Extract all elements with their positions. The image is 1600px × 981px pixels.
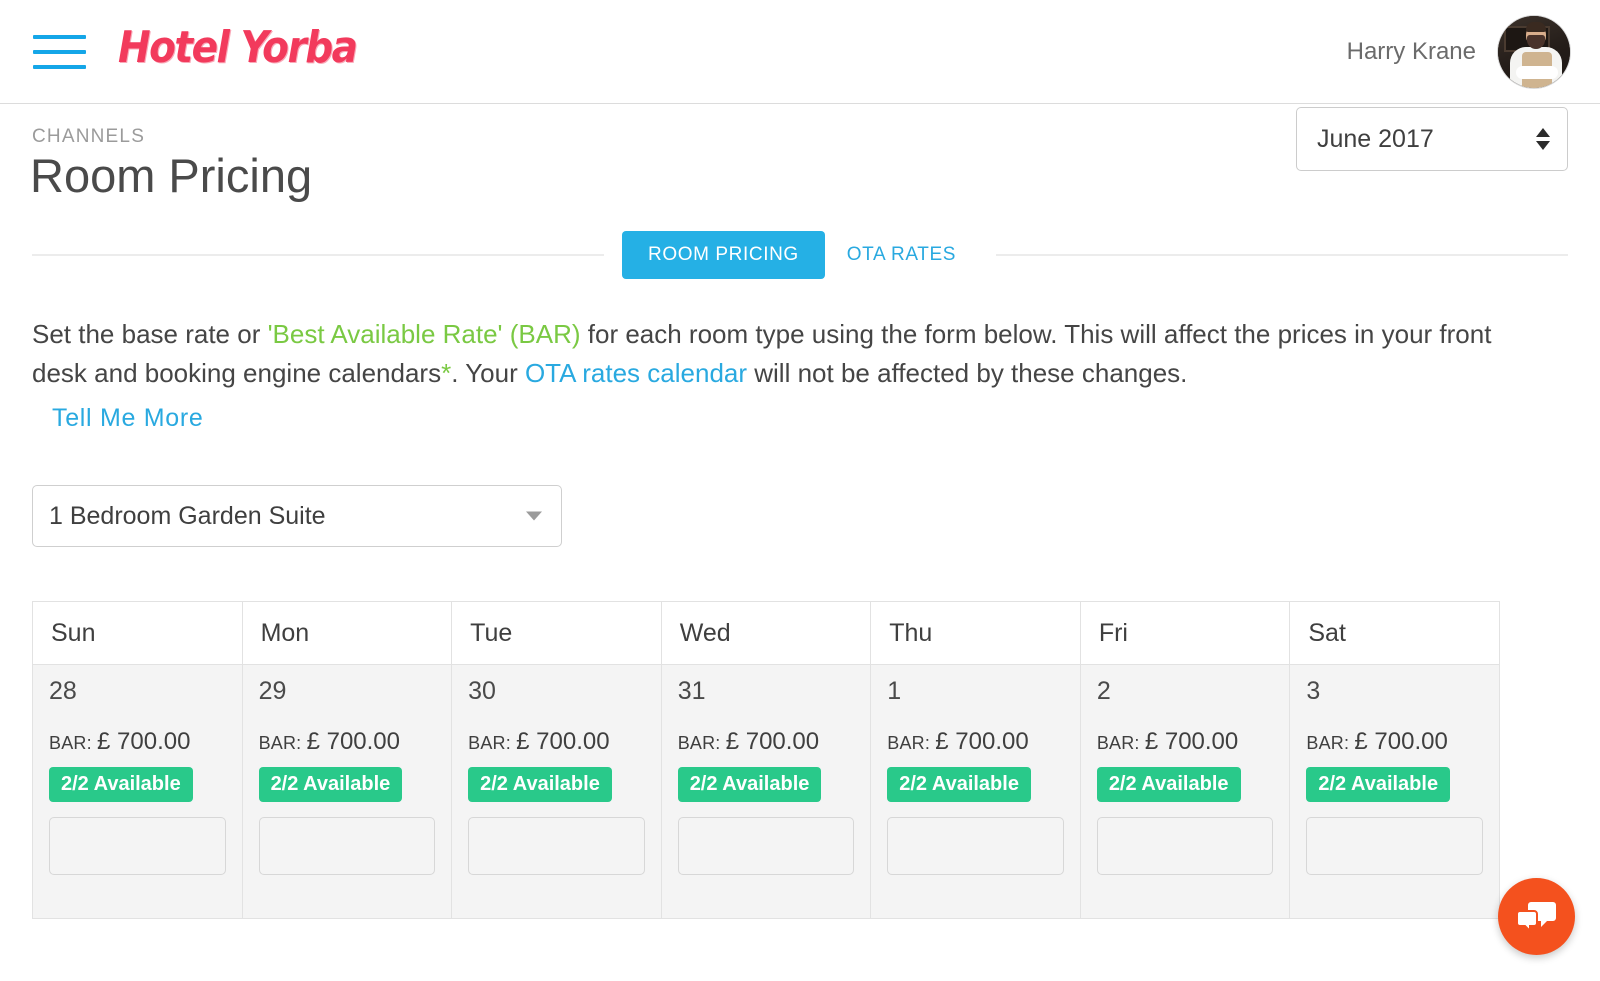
page-heading-group: CHANNELS Room Pricing (30, 104, 313, 203)
description-paragraph: Set the base rate or 'Best Available Rat… (32, 315, 1507, 394)
page-content: CHANNELS Room Pricing June 2017 ROOM PRI… (0, 104, 1600, 919)
pricing-calendar: Sun Mon Tue Wed Thu Fri Sat 28 BAR: £ 700… (32, 600, 1500, 919)
day-number: 2 (1096, 676, 1111, 705)
availability-badge[interactable]: 2/2 Available (1306, 766, 1451, 802)
day-number: 1 (887, 676, 902, 705)
rate-input[interactable] (258, 816, 436, 875)
tab-room-pricing[interactable]: ROOM PRICING (622, 230, 825, 279)
bar-label: BAR: (468, 732, 517, 753)
tab-strip: ROOM PRICING OTA RATES (32, 230, 1569, 279)
calendar-day-cell[interactable]: 1 BAR: £ 700.00 2/2 Available (870, 663, 1081, 919)
bar-amount: £ 700.00 (516, 727, 610, 755)
breadcrumb: CHANNELS (32, 126, 146, 147)
description-part-3: . Your (451, 358, 525, 389)
day-number: 29 (258, 676, 287, 705)
footnote-asterisk: * (441, 358, 452, 389)
day-header-thu: Thu (870, 600, 1081, 665)
page-title: Room Pricing (30, 149, 313, 202)
user-name-label: Harry Krane (1346, 38, 1476, 65)
calendar-day-cell[interactable]: 30 BAR: £ 700.00 2/2 Available (451, 663, 662, 919)
calendar-day-cell[interactable]: 28 BAR: £ 700.00 2/2 Available (32, 663, 243, 919)
bar-term-highlight: 'Best Available Rate' (BAR) (267, 318, 581, 349)
room-type-select-input[interactable]: 1 Bedroom Garden Suite (32, 484, 562, 547)
calendar-header: Sun Mon Tue Wed Thu Fri Sat (32, 600, 1500, 665)
tab-ota-rates[interactable]: OTA RATES (825, 231, 978, 279)
ota-rates-calendar-link[interactable]: OTA rates calendar (525, 358, 747, 388)
availability-badge[interactable]: 2/2 Available (468, 766, 612, 802)
availability-badge[interactable]: 2/2 Available (887, 766, 1031, 802)
rate-input[interactable] (468, 816, 645, 875)
bar-amount: £ 700.00 (1144, 727, 1239, 755)
bar-rate-line: BAR: £ 700.00 (1306, 727, 1483, 755)
chat-support-button[interactable] (1498, 878, 1575, 955)
day-header-sat: Sat (1289, 600, 1500, 665)
calendar-week-row: 28 BAR: £ 700.00 2/2 Available 29 BAR: £ 700… (32, 663, 1500, 919)
rate-input[interactable] (677, 816, 855, 875)
bar-amount: £ 700.00 (935, 727, 1029, 755)
avatar-hair (1526, 22, 1546, 32)
day-header-tue: Tue (451, 600, 662, 665)
bar-label: BAR: (49, 732, 98, 753)
rate-input[interactable] (1306, 816, 1483, 875)
bar-amount: £ 700.00 (306, 727, 400, 755)
hamburger-bar-1 (33, 35, 86, 39)
availability-badge[interactable]: 2/2 Available (1096, 766, 1241, 802)
month-selector[interactable]: June 2017 (1296, 107, 1568, 171)
day-header-sun: Sun (32, 600, 243, 665)
day-number: 28 (49, 676, 77, 705)
tab-divider-left (32, 253, 605, 256)
bar-label: BAR: (1306, 732, 1355, 753)
bar-amount: £ 700.00 (97, 727, 191, 755)
calendar-day-cell[interactable]: 2 BAR: £ 700.00 2/2 Available (1079, 663, 1291, 919)
calendar-day-cell[interactable]: 29 BAR: £ 700.00 2/2 Available (241, 663, 453, 919)
calendar-body: 28 BAR: £ 700.00 2/2 Available 29 BAR: £ 700… (32, 663, 1500, 919)
chat-bubbles-icon (1516, 901, 1556, 933)
user-menu[interactable]: Harry Krane (1347, 0, 1570, 104)
brand-logo[interactable]: Hotel Yorba (118, 26, 358, 70)
tab-divider-right (996, 253, 1569, 256)
bar-label: BAR: (677, 732, 726, 753)
day-header-mon: Mon (241, 600, 453, 665)
calendar-day-cell[interactable]: 3 BAR: £ 700.00 2/2 Available (1289, 663, 1500, 919)
room-type-selector[interactable]: 1 Bedroom Garden Suite (32, 484, 562, 547)
rate-input[interactable] (887, 816, 1064, 875)
day-number: 31 (677, 676, 706, 705)
avatar[interactable] (1498, 16, 1570, 88)
day-header-wed: Wed (660, 600, 872, 665)
bar-label: BAR: (887, 732, 936, 753)
bar-amount: £ 700.00 (1354, 727, 1448, 755)
bar-rate-line: BAR: £ 700.00 (468, 727, 645, 755)
avatar-arms (1516, 66, 1558, 79)
top-navigation-bar: Hotel Yorba Harry Krane (0, 0, 1600, 104)
bar-label: BAR: (1096, 732, 1145, 753)
hamburger-bar-3 (33, 65, 86, 69)
day-number: 30 (468, 676, 496, 705)
month-select-input[interactable]: June 2017 (1296, 107, 1568, 171)
bar-rate-line: BAR: £ 700.00 (1096, 727, 1274, 755)
availability-badge[interactable]: 2/2 Available (677, 766, 822, 802)
bar-label: BAR: (258, 732, 307, 753)
rate-input[interactable] (1096, 816, 1274, 875)
day-header-fri: Fri (1079, 600, 1291, 665)
calendar-header-row: Sun Mon Tue Wed Thu Fri Sat (32, 600, 1500, 665)
hamburger-bar-2 (33, 50, 86, 54)
calendar-day-cell[interactable]: 31 BAR: £ 700.00 2/2 Available (660, 663, 872, 919)
bar-rate-line: BAR: £ 700.00 (677, 727, 855, 755)
page-header-row: CHANNELS Room Pricing June 2017 (30, 104, 1568, 203)
hamburger-menu-icon[interactable] (33, 35, 86, 69)
availability-badge[interactable]: 2/2 Available (258, 766, 403, 802)
description-part-1: Set the base rate or (32, 318, 268, 349)
description-part-4: will not be affected by these changes. (747, 358, 1188, 389)
bar-rate-line: BAR: £ 700.00 (49, 727, 226, 755)
rate-input[interactable] (49, 816, 226, 875)
day-number: 3 (1306, 676, 1321, 705)
bar-rate-line: BAR: £ 700.00 (887, 727, 1064, 755)
tell-me-more-link[interactable]: Tell Me More (52, 404, 204, 433)
bar-rate-line: BAR: £ 700.00 (258, 727, 436, 755)
bar-amount: £ 700.00 (725, 727, 820, 755)
availability-badge[interactable]: 2/2 Available (49, 766, 193, 802)
